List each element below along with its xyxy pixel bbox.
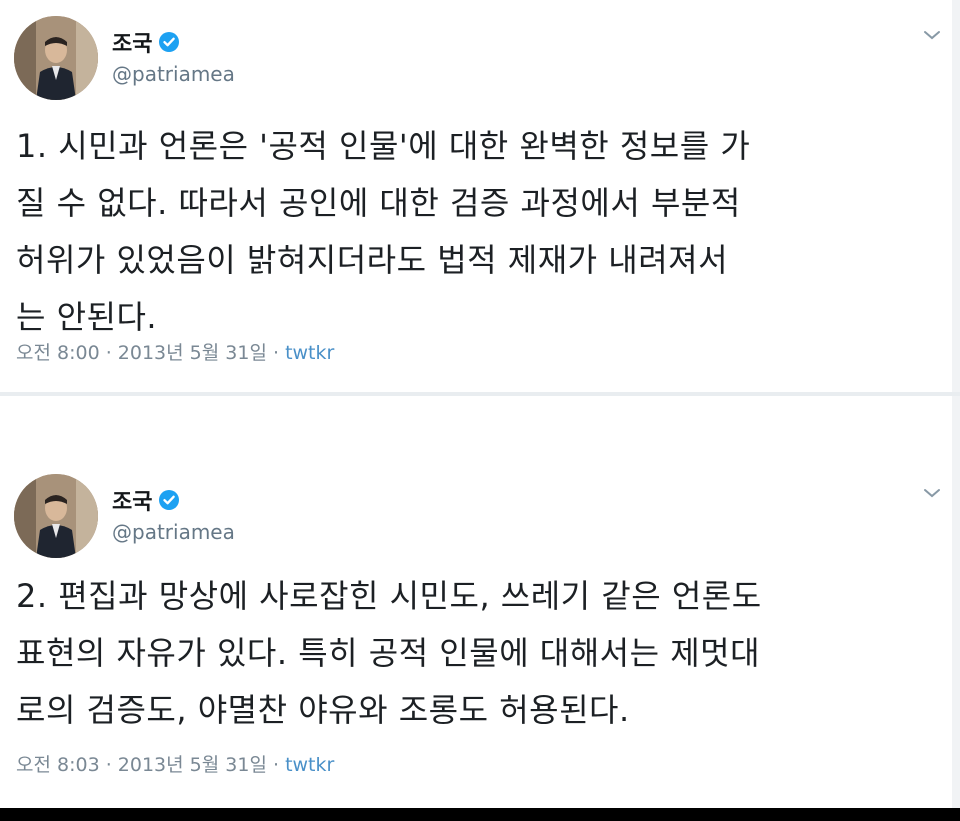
- tweet-time[interactable]: 오전 8:03: [16, 754, 100, 776]
- author-handle[interactable]: @patriamea: [112, 62, 235, 86]
- author-handle[interactable]: @patriamea: [112, 520, 235, 544]
- author-name[interactable]: 조국: [112, 484, 180, 516]
- tweet-card[interactable]: 조국 @patriamea 1. 시민과 언론은 '공적 인물'에 대한 완벽한…: [0, 0, 960, 394]
- tweet-source[interactable]: twtkr: [285, 342, 334, 364]
- meta-separator: ·: [266, 754, 286, 776]
- meta-separator: ·: [99, 342, 118, 364]
- tweet-card[interactable]: 조국 @patriamea 2. 편집과 망상에 사로잡힌 시민도, 쓰레기 같…: [0, 458, 960, 798]
- tweet-source[interactable]: twtkr: [285, 754, 334, 776]
- tweet-date[interactable]: 2013년 5월 31일: [118, 342, 267, 364]
- bottom-bar: [0, 808, 960, 821]
- chevron-down-icon[interactable]: [922, 486, 942, 500]
- author-name-text[interactable]: 조국: [112, 484, 152, 516]
- author-name[interactable]: 조국: [112, 26, 180, 58]
- tweet-text: 2. 편집과 망상에 사로잡힌 시민도, 쓰레기 같은 언론도 표현의 자유가 …: [16, 577, 762, 729]
- avatar[interactable]: [14, 16, 98, 100]
- author-name-text[interactable]: 조국: [112, 26, 152, 58]
- meta-separator: ·: [266, 342, 286, 364]
- tweet-date[interactable]: 2013년 5월 31일: [118, 754, 267, 776]
- tweet-meta: 오전 8:00 · 2013년 5월 31일 · twtkr: [16, 338, 334, 365]
- tweet-text: 1. 시민과 언론은 '공적 인물'에 대한 완벽한 정보를 가 질 수 없다.…: [16, 127, 751, 336]
- chevron-down-icon[interactable]: [922, 28, 942, 42]
- verified-badge-icon: [158, 489, 180, 511]
- tweet-divider: [0, 392, 960, 396]
- meta-separator: ·: [99, 754, 118, 776]
- verified-badge-icon: [158, 31, 180, 53]
- avatar[interactable]: [14, 474, 98, 558]
- tweet-time[interactable]: 오전 8:00: [16, 342, 100, 364]
- tweet-meta: 오전 8:03 · 2013년 5월 31일 · twtkr: [16, 750, 334, 777]
